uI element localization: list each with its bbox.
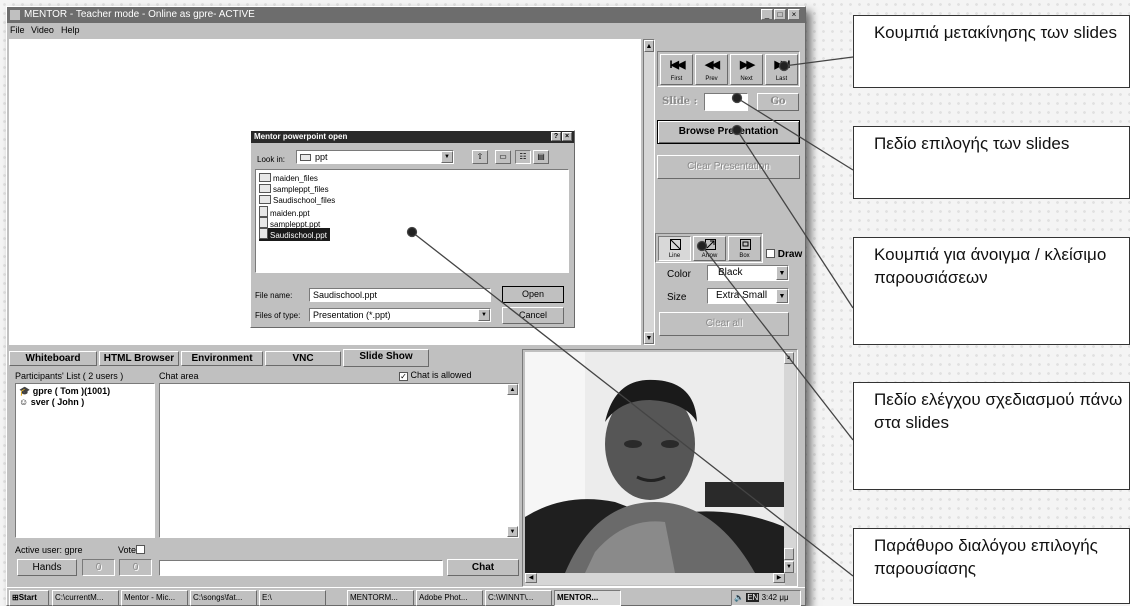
leader-line [736, 97, 854, 171]
leader-line [783, 56, 854, 67]
leader-line [701, 245, 854, 441]
leader-lines [406, 56, 854, 577]
leader-dot [778, 60, 790, 72]
leader-dot [696, 240, 708, 252]
leader-line [411, 231, 854, 577]
leader-dot [731, 124, 743, 136]
leader-dot [406, 226, 418, 238]
leader-line [736, 129, 854, 309]
leader-dot [731, 92, 743, 104]
